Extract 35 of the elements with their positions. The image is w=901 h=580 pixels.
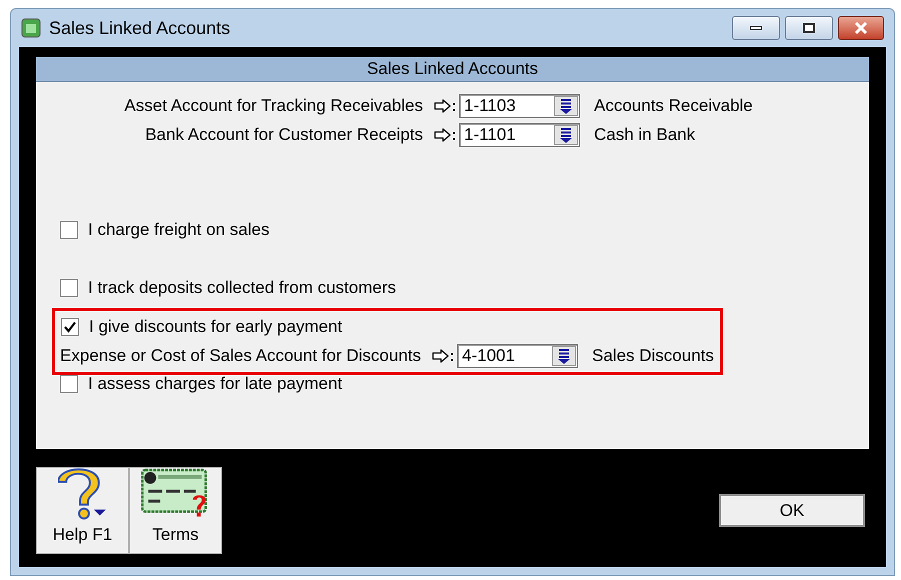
account-name: Accounts Receivable — [594, 95, 753, 118]
checkbox[interactable] — [60, 279, 78, 297]
account-field[interactable]: 1-1101 — [459, 123, 580, 147]
account-field[interactable]: 1-1103 — [459, 94, 580, 118]
question-mark-icon — [58, 468, 108, 520]
ok-button[interactable]: OK — [719, 494, 865, 527]
account-label: Expense or Cost of Sales Account for Discounts — [60, 345, 421, 368]
app-icon — [21, 18, 41, 38]
maximize-button[interactable] — [785, 16, 833, 40]
list-icon[interactable] — [554, 125, 578, 145]
option-checkbox[interactable]: I track deposits collected from customers — [60, 275, 869, 301]
account-label: Bank Account for Customer Receipts — [145, 124, 423, 146]
option-checkbox[interactable]: I assess charges for late payment — [60, 371, 869, 397]
minimize-button[interactable] — [732, 16, 780, 40]
arrow-icon — [434, 128, 456, 142]
list-icon[interactable] — [554, 96, 578, 116]
option-checkbox[interactable]: I give discounts for early payment — [61, 314, 714, 340]
checkbox[interactable] — [60, 375, 78, 393]
checkbox[interactable] — [60, 221, 78, 239]
arrow-icon — [434, 99, 456, 113]
account-label: Asset Account for Tracking Receivables — [124, 95, 423, 118]
toolbar-button[interactable]: Terms — [129, 467, 222, 554]
panel-header: Sales Linked Accounts — [36, 57, 869, 82]
account-name: Cash in Bank — [594, 124, 696, 146]
close-button[interactable] — [838, 16, 884, 40]
list-icon[interactable] — [552, 346, 576, 366]
account-name: Sales Discounts — [592, 345, 714, 368]
arrow-icon — [432, 349, 454, 363]
check-icon — [64, 321, 76, 333]
checkbox[interactable] — [61, 318, 79, 336]
toolbar-button[interactable]: Help F1 — [36, 467, 129, 554]
window-title: Sales Linked Accounts — [49, 16, 230, 40]
close-icon — [854, 22, 868, 34]
account-field[interactable]: 4-1001 — [457, 344, 578, 368]
option-checkbox[interactable]: I charge freight on sales — [60, 217, 869, 243]
